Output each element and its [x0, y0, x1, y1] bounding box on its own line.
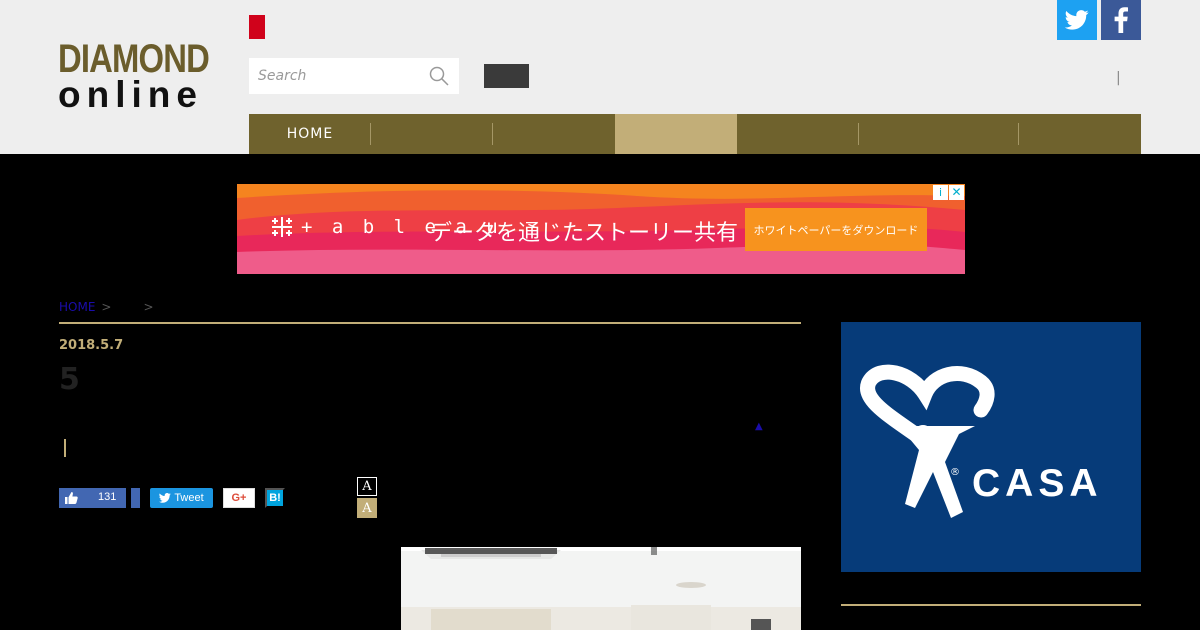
ad-close-icon[interactable]: ✕ [949, 185, 964, 200]
breadcrumb: HOME > > [59, 300, 154, 314]
casa-heart-logo-icon: ® [860, 364, 995, 518]
like-count: 131 [98, 491, 117, 503]
twitter-bird-icon [1065, 10, 1089, 30]
ad-headline: データを通じたストーリー共有 [430, 221, 739, 246]
tweet-label: Tweet [174, 492, 204, 504]
twitter-button[interactable] [1057, 0, 1097, 40]
article-title: 5 [59, 362, 80, 397]
facebook-button[interactable] [1101, 0, 1141, 40]
nav-item-2[interactable] [371, 114, 493, 154]
article-date: 2018.5.7 [59, 338, 124, 353]
sidebar-rule [841, 604, 1141, 606]
tweet-button[interactable]: Tweet [150, 488, 213, 508]
logo-online-text: online [58, 74, 203, 115]
nav-item-7[interactable] [1019, 114, 1141, 154]
facebook-share-button[interactable] [131, 488, 140, 508]
search-icon[interactable] [429, 66, 449, 86]
breadcrumb-separator: > [101, 300, 112, 314]
login-button[interactable] [484, 64, 529, 88]
search-box [249, 58, 459, 94]
main-nav: HOME [249, 114, 1141, 154]
ad-info-icon[interactable]: i [933, 185, 948, 200]
nav-item-3[interactable] [493, 114, 615, 154]
nav-label: HOME [286, 126, 334, 142]
font-size-large-button[interactable]: A [357, 498, 377, 518]
facebook-like-button[interactable]: 131 [59, 488, 126, 508]
breadcrumb-separator: > [143, 300, 154, 314]
nav-item-6[interactable] [859, 114, 1019, 154]
font-size-small-button[interactable]: A [357, 477, 377, 496]
nav-item-5[interactable] [737, 114, 859, 154]
svg-text:®: ® [950, 467, 960, 478]
hatena-bookmark-button[interactable]: B! [265, 488, 285, 508]
logo-diamond-text: DIAMOND [58, 37, 210, 81]
thumbs-up-icon [65, 492, 78, 504]
site-logo[interactable]: DIAMOND online [58, 37, 223, 115]
casa-wordmark: CASA [972, 462, 1103, 505]
search-input[interactable] [249, 58, 424, 94]
office-ceiling-image [401, 547, 801, 630]
nav-item-4-active[interactable] [615, 114, 737, 154]
header-divider: | [1116, 70, 1121, 86]
scroll-up-arrow-icon[interactable]: ▲ [755, 421, 763, 432]
red-accent-mark [249, 15, 265, 39]
breadcrumb-spacer [117, 300, 137, 314]
tableau-banner-ad[interactable]: i ✕ + a b l e a u データを通じたストーリー共有 ホワイトペーパ… [237, 184, 965, 274]
ad-download-button[interactable]: ホワイトペーパーをダウンロード [745, 208, 927, 251]
article-photo [401, 547, 801, 630]
article-top-rule [59, 322, 801, 324]
nav-item-home[interactable]: HOME [249, 114, 371, 154]
tableau-cross-icon [272, 217, 292, 237]
twitter-bird-icon [159, 493, 172, 503]
casa-sidebar-ad[interactable]: ® CASA [841, 322, 1141, 572]
facebook-f-icon [1114, 7, 1128, 33]
google-plus-button[interactable]: G+ [223, 488, 255, 508]
breadcrumb-home-link[interactable]: HOME [59, 300, 95, 314]
author-accent-bar [64, 439, 66, 457]
